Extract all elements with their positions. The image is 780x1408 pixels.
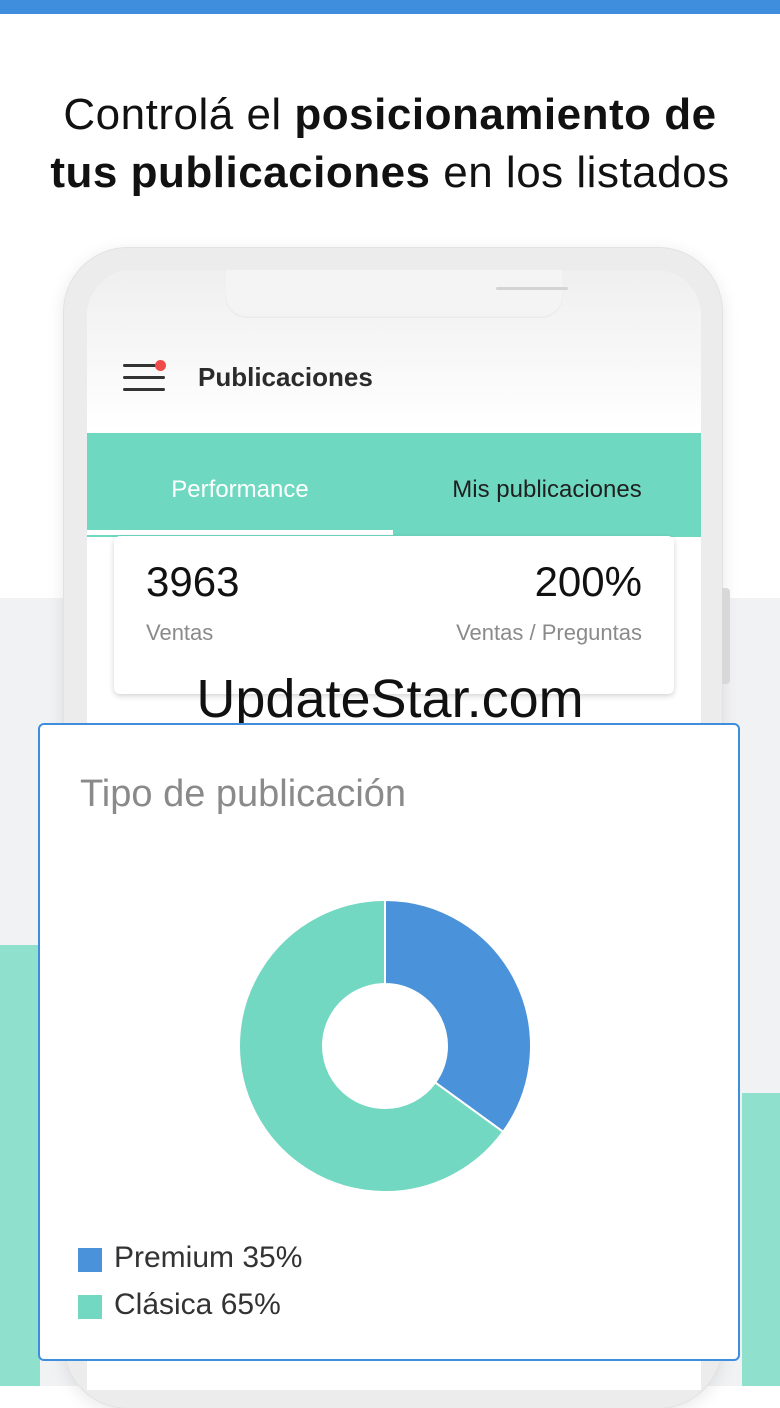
- top-accent-bar: [0, 0, 780, 14]
- chart-card: Tipo de publicación Premium 35% Clásica …: [38, 723, 740, 1361]
- donut-chart: [238, 898, 532, 1193]
- app-title: Publicaciones: [198, 362, 373, 392]
- phone-notch: [225, 270, 568, 318]
- legend-label-clasica: Clásica 65%: [114, 1288, 281, 1321]
- speaker-grille: [496, 287, 568, 290]
- legend-swatch-clasica: [78, 1295, 102, 1319]
- legend-label-premium: Premium 35%: [114, 1241, 303, 1274]
- sales-value: 3963: [146, 558, 240, 605]
- sales-label: Ventas: [146, 620, 214, 645]
- tab-performance[interactable]: Performance: [87, 433, 393, 537]
- background-accent-left: [0, 945, 40, 1386]
- legend-swatch-premium: [78, 1248, 102, 1272]
- background-accent-right: [742, 1093, 780, 1386]
- ratio-value: 200%: [534, 558, 642, 605]
- notification-dot-icon: [155, 360, 166, 371]
- watermark: UpdateStar.com: [196, 669, 584, 729]
- headline-part2: en los listados: [430, 148, 730, 197]
- donut-slice-premium: [384, 898, 532, 1134]
- headline-part1: Controlá el: [63, 90, 295, 139]
- chart-title: Tipo de publicación: [80, 773, 407, 815]
- headline-bold1: posicionamiento de: [294, 90, 717, 139]
- tab-bar: Performance Mis publicaciones: [87, 433, 701, 537]
- active-tab-indicator: [87, 530, 393, 535]
- headline: Controlá el posicionamiento de tus publi…: [0, 86, 780, 202]
- tab-mis-publicaciones[interactable]: Mis publicaciones: [393, 433, 701, 537]
- headline-bold2: tus publicaciones: [50, 148, 431, 197]
- ratio-label: Ventas / Preguntas: [456, 620, 642, 645]
